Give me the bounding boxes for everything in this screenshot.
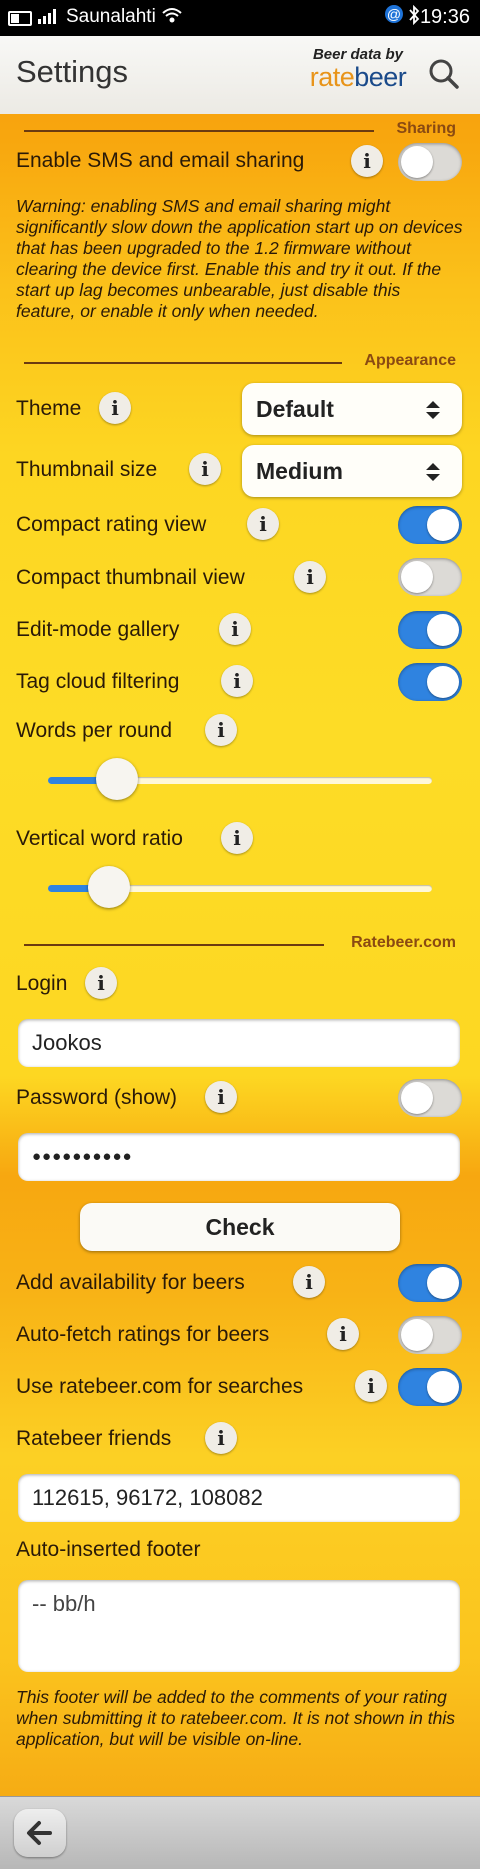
check-button[interactable]: Check: [80, 1203, 400, 1251]
page-title: Settings: [16, 54, 129, 89]
info-icon[interactable]: i: [189, 453, 221, 485]
info-icon[interactable]: i: [221, 822, 253, 854]
password-show-switch[interactable]: [398, 1079, 462, 1117]
info-icon[interactable]: i: [205, 1081, 237, 1113]
search-button[interactable]: [424, 54, 464, 94]
section-sharing: Sharing: [24, 120, 456, 140]
sms-sharing-label: Enable SMS and email sharing: [16, 149, 305, 172]
status-bar: Saunalahti @ 19:36: [0, 0, 480, 36]
ratebeer-friends-input[interactable]: 112615, 96172, 108082: [18, 1474, 460, 1522]
tag-cloud-switch[interactable]: [398, 663, 462, 701]
sharing-warning-text: Warning: enabling SMS and email sharing …: [16, 196, 463, 321]
info-icon[interactable]: i: [293, 1266, 325, 1298]
search-icon: [429, 59, 459, 89]
availability-switch[interactable]: [398, 1264, 462, 1302]
check-button-label: Check: [205, 1214, 275, 1240]
compact-rating-label: Compact rating view: [16, 513, 207, 536]
info-icon[interactable]: i: [327, 1318, 359, 1350]
slider-handle[interactable]: [88, 866, 130, 908]
login-value: Jookos: [32, 1030, 102, 1055]
login-input[interactable]: Jookos: [18, 1019, 460, 1067]
vertical-ratio-slider[interactable]: [48, 866, 432, 910]
tag-cloud-label: Tag cloud filtering: [16, 670, 180, 693]
words-per-round-slider[interactable]: [48, 758, 432, 802]
back-button[interactable]: [14, 1809, 66, 1857]
bottom-toolbar: [0, 1796, 480, 1869]
battery-icon: [8, 11, 32, 26]
brand-name-rate: rate: [309, 62, 355, 92]
thumbnail-size-select[interactable]: Medium: [242, 445, 462, 497]
login-label: Login: [16, 972, 68, 995]
compact-rating-switch[interactable]: [398, 506, 462, 544]
ratebeer-friends-value: 112615, 96172, 108082: [32, 1485, 263, 1510]
password-input[interactable]: ●●●●●●●●●●: [18, 1133, 460, 1181]
info-icon[interactable]: i: [219, 613, 251, 645]
section-ratebeer: Ratebeer.com: [24, 934, 456, 954]
clock: 19:36: [419, 6, 470, 28]
info-icon[interactable]: i: [351, 145, 383, 177]
section-sharing-label: Sharing: [396, 120, 456, 137]
section-appearance-label: Appearance: [364, 352, 456, 369]
use-ratebeer-search-label: Use ratebeer.com for searches: [16, 1375, 304, 1398]
theme-select[interactable]: Default: [242, 383, 462, 435]
autofetch-label: Auto-fetch ratings for beers: [16, 1323, 270, 1346]
info-icon[interactable]: i: [355, 1370, 387, 1402]
brand-tagline: Beer data by: [312, 46, 404, 63]
wifi-icon: [162, 6, 182, 29]
section-ratebeer-label: Ratebeer.com: [351, 934, 456, 951]
theme-label: Theme: [16, 397, 82, 420]
thumbnail-size-label: Thumbnail size: [16, 458, 158, 481]
info-icon[interactable]: i: [294, 561, 326, 593]
ratebeer-logo: Beer data by ratebeer: [302, 46, 414, 91]
vertical-ratio-label: Vertical word ratio: [16, 827, 183, 850]
theme-value: Default: [256, 396, 334, 422]
footer-label: Auto-inserted footer: [16, 1538, 201, 1561]
footer-value: -- bb/h: [32, 1591, 96, 1616]
slider-handle[interactable]: [96, 758, 138, 800]
info-icon[interactable]: i: [85, 967, 117, 999]
at-icon: @: [385, 5, 403, 23]
availability-label: Add availability for beers: [16, 1271, 245, 1294]
edit-gallery-switch[interactable]: [398, 611, 462, 649]
compact-thumbnail-label: Compact thumbnail view: [16, 566, 245, 589]
signal-icon: [38, 8, 60, 24]
info-icon[interactable]: i: [221, 665, 253, 697]
info-icon[interactable]: i: [205, 1422, 237, 1454]
updown-arrow-icon: [426, 401, 440, 419]
password-value: ●●●●●●●●●●: [32, 1148, 133, 1165]
footer-textarea[interactable]: -- bb/h: [18, 1580, 460, 1672]
compact-thumbnail-switch[interactable]: [398, 558, 462, 596]
password-label: Password (show): [16, 1086, 178, 1109]
ratebeer-friends-label: Ratebeer friends: [16, 1427, 172, 1450]
back-arrow-icon: [27, 1821, 52, 1845]
info-icon[interactable]: i: [99, 392, 131, 424]
bluetooth-icon: [408, 4, 420, 30]
updown-arrow-icon: [426, 463, 440, 481]
sms-sharing-switch[interactable]: [398, 143, 462, 181]
info-icon[interactable]: i: [247, 508, 279, 540]
thumbnail-size-value: Medium: [256, 458, 343, 484]
page-header: Settings Beer data by ratebeer: [0, 36, 480, 114]
brand-name-beer: beer: [354, 62, 407, 92]
footer-note-text: This footer will be added to the comment…: [16, 1687, 456, 1749]
carrier-name: Saunalahti: [66, 6, 156, 27]
words-per-round-label: Words per round: [16, 719, 173, 742]
autofetch-switch[interactable]: [398, 1316, 462, 1354]
settings-page: Settings Beer data by ratebeer Sharing E…: [0, 36, 480, 1796]
section-appearance: Appearance: [24, 352, 456, 372]
info-icon[interactable]: i: [205, 714, 237, 746]
use-ratebeer-search-switch[interactable]: [398, 1368, 462, 1406]
edit-gallery-label: Edit-mode gallery: [16, 618, 180, 641]
